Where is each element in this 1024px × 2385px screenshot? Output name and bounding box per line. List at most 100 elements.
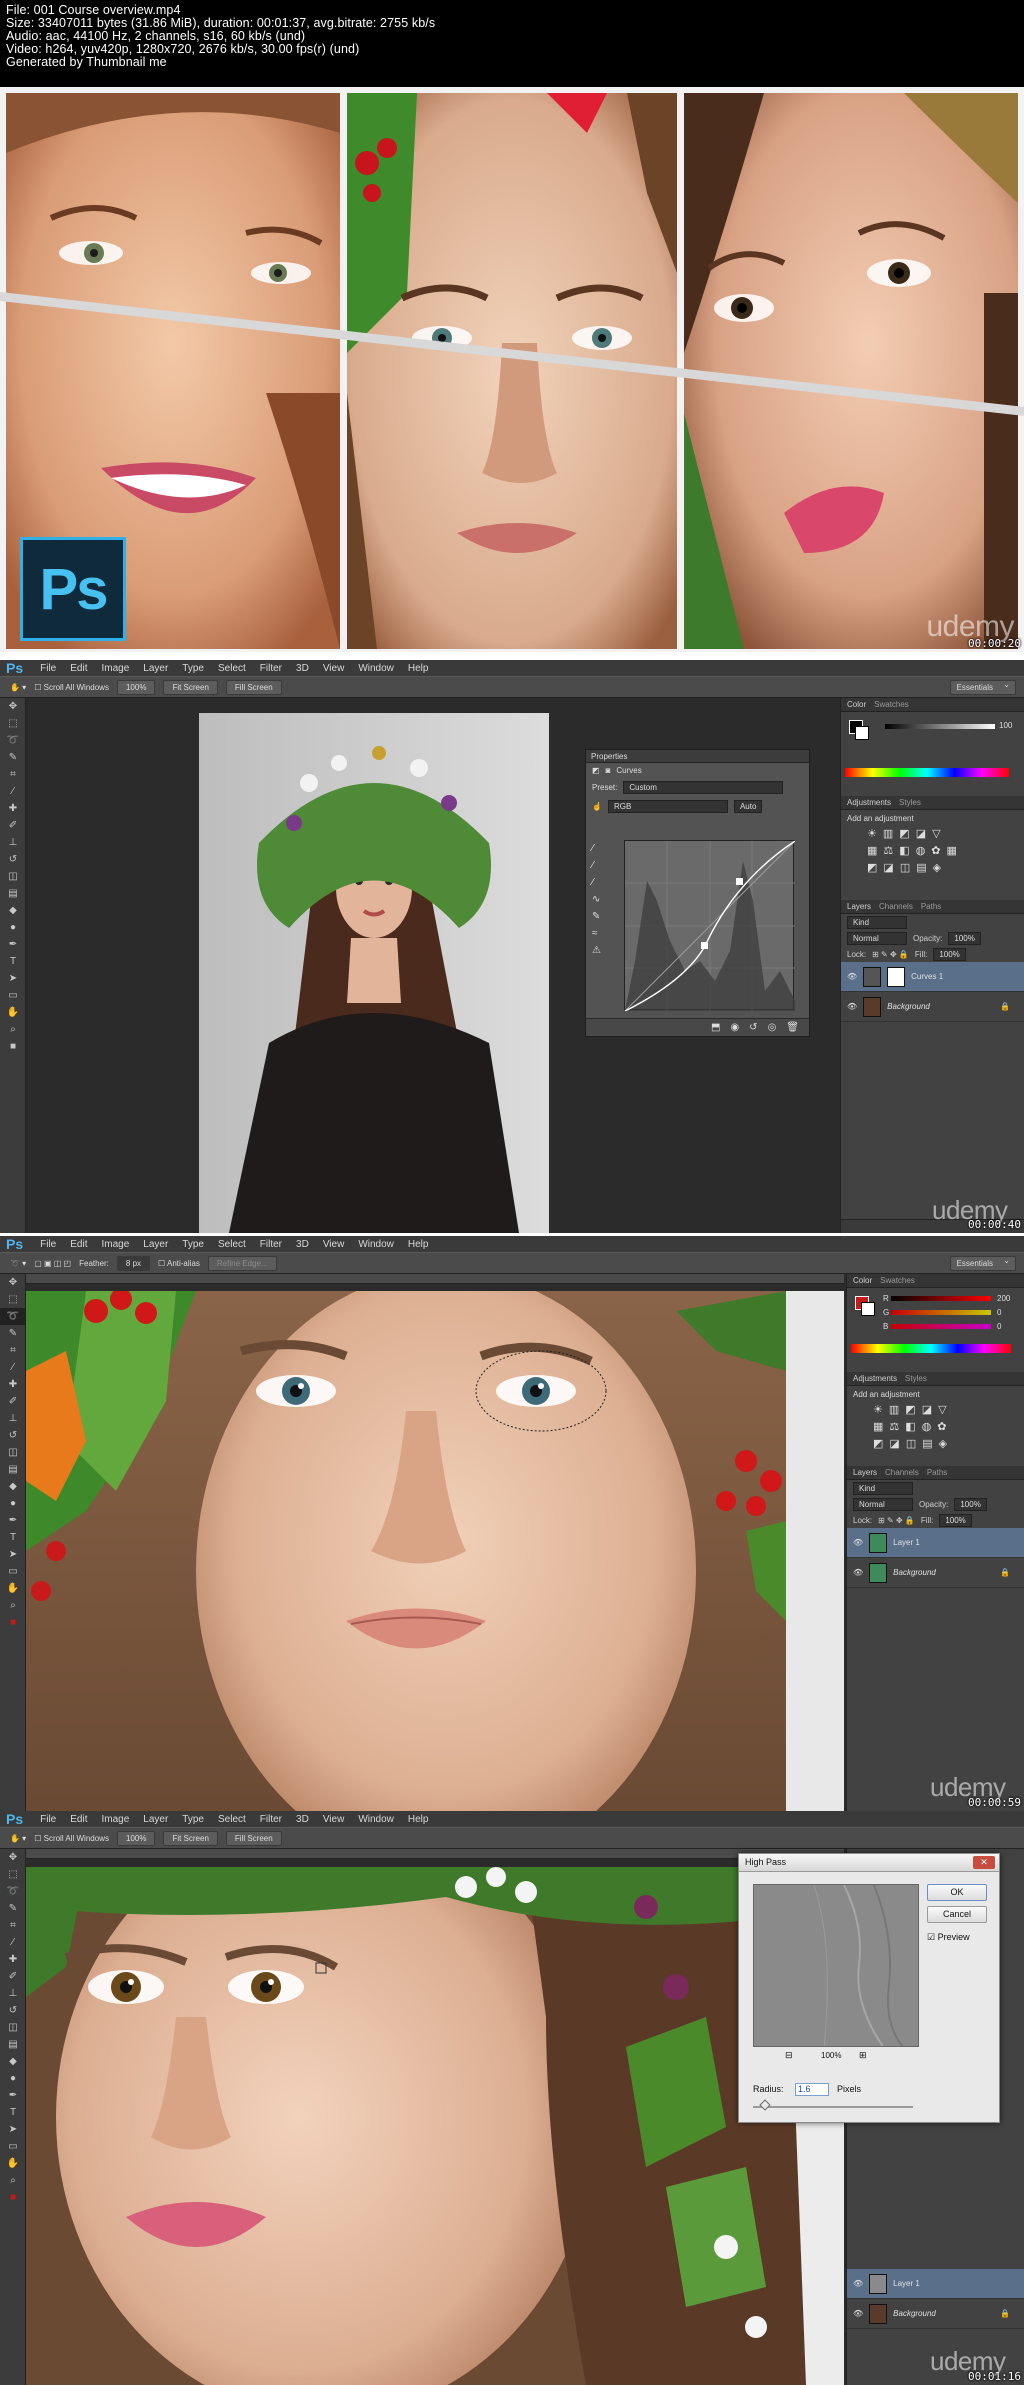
marquee-tool-icon[interactable]: ⬚	[0, 715, 26, 732]
g-slider[interactable]	[891, 1310, 991, 1315]
menu-type[interactable]: Type	[175, 663, 211, 674]
posterize-icon[interactable]: ◪	[883, 861, 893, 874]
type-tool-icon[interactable]: T	[0, 953, 26, 970]
color-swatch-icon[interactable]: ■	[0, 1614, 26, 1631]
curves-icon[interactable]: ◩	[905, 1403, 915, 1416]
zoom-in-icon[interactable]: ⊞	[859, 2050, 867, 2061]
lasso-tool-icon[interactable]: ➰	[0, 1308, 26, 1325]
hand-tool-icon[interactable]: ✋	[0, 2155, 26, 2172]
menu-image[interactable]: Image	[94, 663, 136, 674]
feather-input[interactable]: 8 px	[116, 1255, 151, 1271]
balance-icon[interactable]: ⚖	[883, 844, 893, 857]
menu-help[interactable]: Help	[401, 1239, 436, 1250]
menu-file[interactable]: File	[33, 663, 63, 674]
eraser-tool-icon[interactable]: ◫	[0, 2019, 26, 2036]
pen-tool-icon[interactable]: ✒	[0, 936, 26, 953]
slider-thumb[interactable]	[759, 2099, 771, 2111]
tab-styles[interactable]: Styles	[899, 798, 921, 807]
quick-select-tool-icon[interactable]: ✎	[0, 749, 26, 766]
scroll-all-checkbox[interactable]: ☐ Scroll All Windows	[34, 683, 109, 692]
crop-tool-icon[interactable]: ⌗	[0, 1917, 26, 1934]
zoom-tool-icon[interactable]: ⌕	[0, 2172, 26, 2189]
fill-screen-button[interactable]: Fill Screen	[225, 679, 282, 695]
eraser-tool-icon[interactable]: ◫	[0, 868, 26, 885]
brush-tool-icon[interactable]: ✐	[0, 1968, 26, 1985]
radius-slider[interactable]	[753, 2099, 913, 2111]
invert-icon[interactable]: ◩	[873, 1437, 883, 1450]
zoom-100-button[interactable]: 100%	[116, 679, 156, 695]
hand-tool-icon[interactable]: ✋	[0, 1004, 26, 1021]
marquee-tool-icon[interactable]: ⬚	[0, 1291, 26, 1308]
hand-tool-icon[interactable]: ✋	[0, 1580, 26, 1597]
blend-mode-select[interactable]: Normal	[853, 1497, 913, 1511]
color-swatch-icon[interactable]: ■	[0, 2189, 26, 2206]
menu-3d[interactable]: 3D	[289, 1814, 316, 1825]
color-swatch-icon[interactable]: ■	[0, 1038, 26, 1055]
tab-layers[interactable]: Layers	[853, 1468, 877, 1477]
tab-styles[interactable]: Styles	[905, 1374, 927, 1383]
pen-tool-icon[interactable]: ✒	[0, 1512, 26, 1529]
layer-row-background[interactable]: 👁 Background 🔒	[841, 992, 1024, 1022]
background-color-swatch[interactable]	[855, 726, 869, 740]
gradient-tool-icon[interactable]: ▤	[0, 1461, 26, 1478]
target-adjust-icon[interactable]: ☝	[592, 802, 602, 811]
levels-icon[interactable]: ▥	[889, 1403, 899, 1416]
blur-tool-icon[interactable]: ◆	[0, 902, 26, 919]
healing-tool-icon[interactable]: ✚	[0, 1376, 26, 1393]
move-tool-icon[interactable]: ✥	[0, 1849, 26, 1866]
invert-icon[interactable]: ◩	[867, 861, 877, 874]
menu-type[interactable]: Type	[175, 1814, 211, 1825]
type-tool-icon[interactable]: T	[0, 2104, 26, 2121]
menu-filter[interactable]: Filter	[253, 1239, 289, 1250]
document-canvas[interactable]	[26, 1291, 844, 1811]
move-tool-icon[interactable]: ✥	[0, 698, 26, 715]
menu-layer[interactable]: Layer	[136, 1239, 175, 1250]
b-slider[interactable]	[891, 1324, 991, 1329]
shape-tool-icon[interactable]: ▭	[0, 2138, 26, 2155]
tab-paths[interactable]: Paths	[921, 902, 941, 911]
type-tool-icon[interactable]: T	[0, 1529, 26, 1546]
balance-icon[interactable]: ⚖	[889, 1420, 899, 1433]
layer-row-background[interactable]: 👁 Background 🔒	[847, 2299, 1024, 2329]
lasso-tool-icon[interactable]: ➰	[0, 732, 26, 749]
tab-paths[interactable]: Paths	[927, 1468, 947, 1477]
preset-select[interactable]: Custom	[623, 781, 784, 794]
eye-icon[interactable]: 👁	[853, 1538, 863, 1547]
layer-row-layer1[interactable]: 👁 Layer 1	[847, 1528, 1024, 1558]
dodge-tool-icon[interactable]: ●	[0, 1495, 26, 1512]
refine-edge-button[interactable]: Refine Edge...	[207, 1255, 277, 1271]
clipping-icon[interactable]: ⚠	[592, 942, 601, 959]
threshold-icon[interactable]: ◫	[900, 861, 910, 874]
menu-edit[interactable]: Edit	[63, 1814, 94, 1825]
mixer-icon[interactable]: ✿	[931, 844, 940, 857]
tab-color[interactable]: Color	[847, 700, 866, 709]
close-icon[interactable]: ✕	[973, 1856, 995, 1869]
bw-icon[interactable]: ◧	[899, 844, 909, 857]
menu-type[interactable]: Type	[175, 1239, 211, 1250]
menu-filter[interactable]: Filter	[253, 1814, 289, 1825]
stamp-tool-icon[interactable]: ⊥	[0, 1410, 26, 1427]
trash-icon[interactable]: 🗑	[786, 1022, 799, 1033]
layer-row-layer1[interactable]: 👁 Layer 1	[847, 2269, 1024, 2299]
menu-view[interactable]: View	[316, 1239, 352, 1250]
gray-slider[interactable]	[885, 724, 995, 729]
anti-alias-checkbox[interactable]: ☐ Anti-alias	[158, 1259, 200, 1268]
curves-icon[interactable]: ◩	[899, 827, 909, 840]
fill-input[interactable]: 100%	[939, 1513, 972, 1527]
menu-edit[interactable]: Edit	[63, 663, 94, 674]
brush-tool-icon[interactable]: ✐	[0, 817, 26, 834]
stamp-tool-icon[interactable]: ⊥	[0, 1985, 26, 2002]
clip-layer-icon[interactable]: ⬒	[711, 1022, 720, 1033]
menu-3d[interactable]: 3D	[289, 663, 316, 674]
workspace-select[interactable]: Essentials	[949, 680, 1016, 695]
tab-adjustments[interactable]: Adjustments	[853, 1374, 897, 1383]
stamp-tool-icon[interactable]: ⊥	[0, 834, 26, 851]
brush-tool-icon[interactable]: ✐	[0, 1393, 26, 1410]
radius-input[interactable]: 1.6	[795, 2083, 829, 2096]
menu-select[interactable]: Select	[211, 1814, 253, 1825]
menu-file[interactable]: File	[33, 1814, 63, 1825]
scroll-all-checkbox[interactable]: ☐ Scroll All Windows	[34, 1834, 109, 1843]
lock-icons[interactable]: ⊞ ✎ ✥ 🔒	[878, 1516, 915, 1525]
marquee-tool-icon[interactable]: ⬚	[0, 1866, 26, 1883]
tab-layers[interactable]: Layers	[847, 902, 871, 911]
